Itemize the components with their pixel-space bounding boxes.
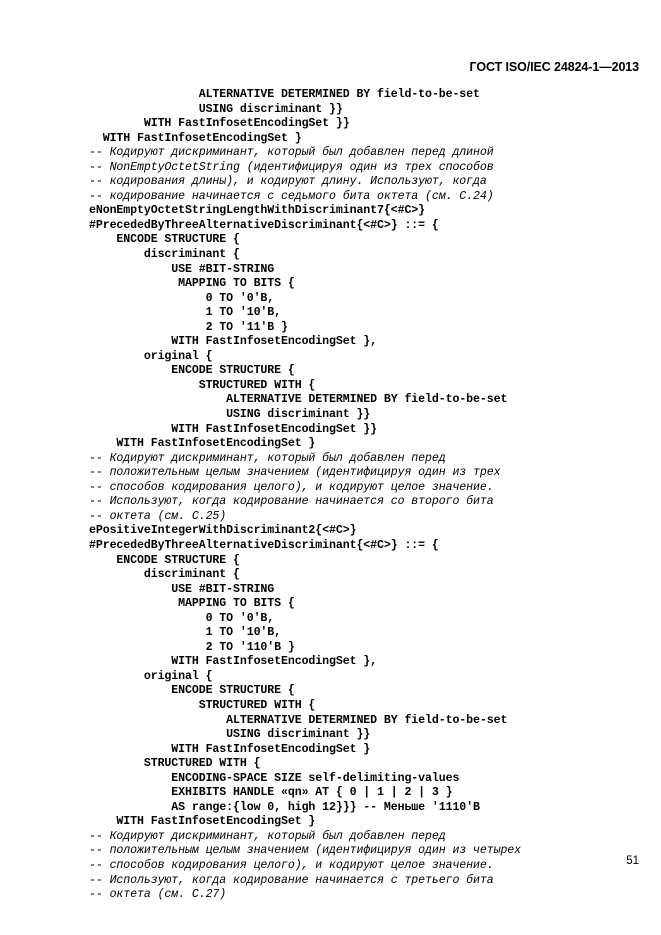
code-line: ALTERNATIVE DETERMINED BY field-to-be-se… [89,88,480,101]
code-line: original { [89,669,213,683]
code-line: eNonEmptyOctetStringLengthWithDiscrimina… [89,204,426,218]
code-comment-line: -- кодирования длины), и кодируют длину.… [89,175,487,189]
code-comment-line: -- октета (см. С.25) [89,509,227,523]
code-comment-line: -- Используют, когда кодирование начинае… [89,873,494,887]
code-comment-line: -- NonEmptyOctetString (идентифицируя од… [89,160,494,174]
code-line: USING discriminant }} [89,728,371,742]
code-line: original { [89,349,213,363]
code-line: ENCODE STRUCTURE { [89,364,295,378]
code-comment-line: -- способов кодирования целого), и кодир… [89,858,494,872]
code-line: 2 TO '11'B } [89,320,288,334]
code-line: 2 TO '110'B } [89,640,295,654]
code-line: ENCODE STRUCTURE { [89,233,240,247]
code-line: STRUCTURED WITH { [89,698,316,712]
code-line: USING discriminant }} [89,102,343,116]
code-comment-line: -- способов кодирования целого), и кодир… [89,480,494,494]
document-page: ГОСТ ISO/IEC 24824-1—2013 ALTERNATIVE DE… [0,0,661,935]
code-line: ENCODE STRUCTURE { [89,684,295,698]
code-line: MAPPING TO BITS { [89,277,295,291]
code-line: USING discriminant }} [89,408,371,422]
code-line: ALTERNATIVE DETERMINED BY field-to-be-se… [89,393,508,407]
code-comment-line: -- Используют, когда кодирование начинае… [89,495,494,509]
code-line: USE #BIT-STRING [89,582,275,596]
code-comment-line: -- октета (см. С.27) [89,888,227,902]
code-line: USE #BIT-STRING [89,262,275,276]
code-line: WITH FastInfosetEncodingSet }, [89,655,378,669]
code-comment-line: -- Кодируют дискриминант, который был до… [89,146,494,160]
code-line: discriminant { [89,248,240,262]
code-comment-line: -- Кодируют дискриминант, который был до… [89,829,446,843]
code-line: 1 TO '10'B, [89,306,282,320]
code-line: EXHIBITS HANDLE «qn» AT { 0 | 1 | 2 | 3 … [89,786,453,800]
code-line: WITH FastInfosetEncodingSet }, [89,335,378,349]
code-line: WITH FastInfosetEncodingSet }} [89,117,350,131]
code-line: WITH FastInfosetEncodingSet }} [89,422,378,436]
code-line: #PrecededByThreeAlternativeDiscriminant{… [89,218,439,232]
asn1-code-listing: ALTERNATIVE DETERMINED BY field-to-be-se… [89,88,649,903]
code-comment-line: -- положительным целым значением (иденти… [89,844,522,858]
code-line: 0 TO '0'B, [89,291,275,305]
code-line: STRUCTURED WITH { [89,757,261,771]
code-line: discriminant { [89,568,240,582]
code-line: MAPPING TO BITS { [89,597,295,611]
code-comment-line: -- Кодируют дискриминант, который был до… [89,451,446,465]
code-line: WITH FastInfosetEncodingSet } [89,742,371,756]
code-line: #PrecededByThreeAlternativeDiscriminant{… [89,538,439,552]
code-line: 1 TO '10'B, [89,626,282,640]
code-line: ALTERNATIVE DETERMINED BY field-to-be-se… [89,713,508,727]
page-number: 51 [626,855,639,867]
code-line: 0 TO '0'B, [89,611,275,625]
code-line: STRUCTURED WITH { [89,378,316,392]
code-line: WITH FastInfosetEncodingSet } [89,437,316,451]
code-comment-line: -- положительным целым значением (иденти… [89,466,501,480]
code-line: WITH FastInfosetEncodingSet } [89,131,302,145]
code-comment-line: -- кодирование начинается с седьмого бит… [89,189,494,203]
code-line: AS range:{low 0, high 12}}} -- Меньше '1… [89,800,480,814]
running-head-standard-number: ГОСТ ISO/IEC 24824-1—2013 [469,60,640,74]
code-line: ePositiveIntegerWithDiscriminant2{<#C>} [89,524,357,538]
code-line: ENCODE STRUCTURE { [89,553,240,567]
code-line: ENCODING-SPACE SIZE self-delimiting-valu… [89,771,460,785]
code-line: WITH FastInfosetEncodingSet } [89,815,316,829]
